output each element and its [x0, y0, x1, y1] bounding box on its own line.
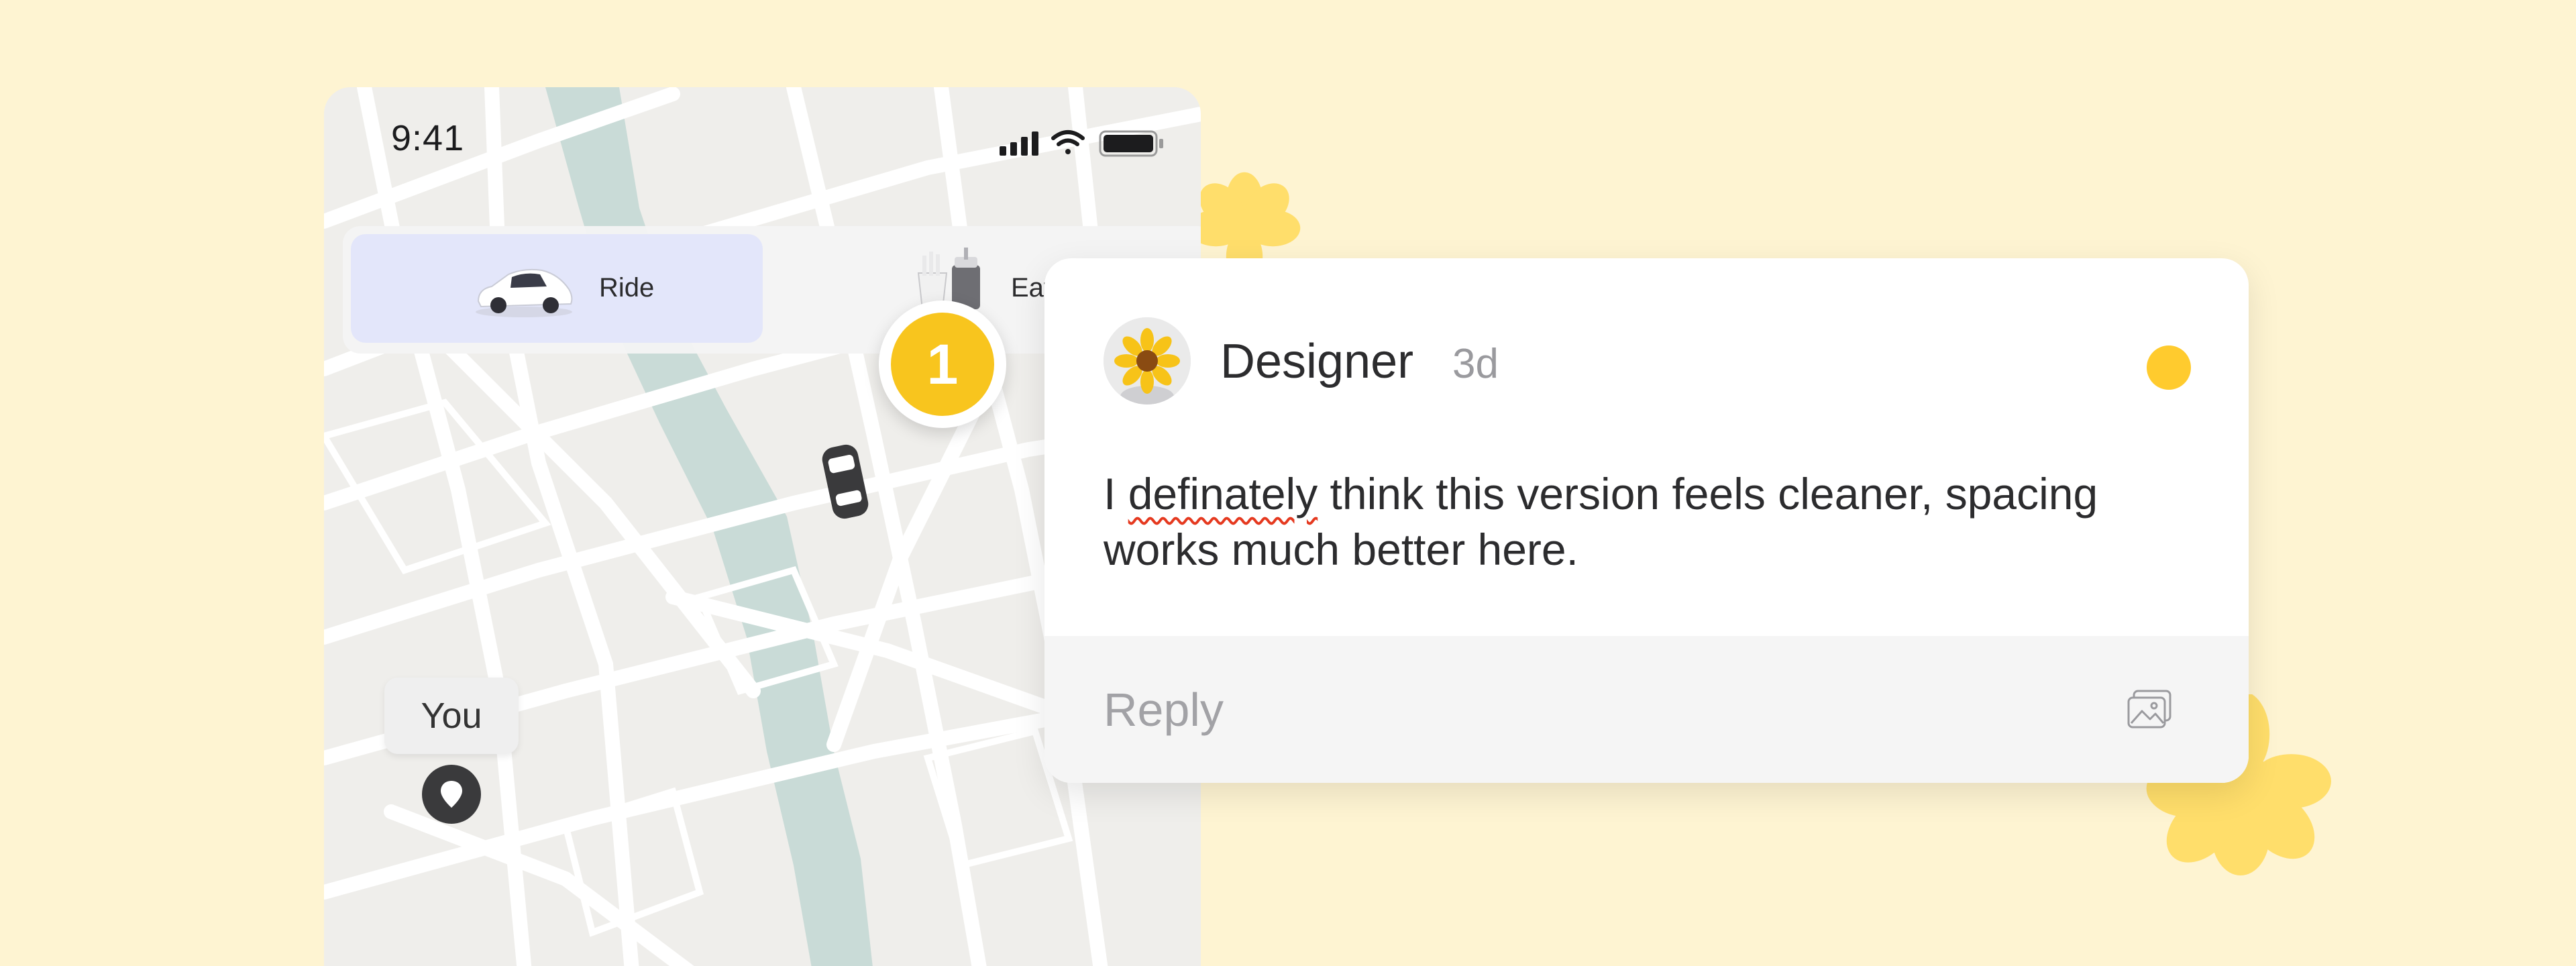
car-marker-icon — [822, 444, 869, 519]
comment-card: Designer 3d I definately think this vers… — [1044, 258, 2249, 783]
comment-text-start: I — [1104, 469, 1128, 519]
comment-author: Designer — [1220, 335, 1414, 388]
misspelled-word[interactable]: definately — [1128, 469, 1318, 519]
wifi-icon — [1051, 130, 1085, 154]
user-location-pin[interactable]: You — [384, 678, 519, 845]
signal-icon — [1000, 131, 1038, 156]
status-icons — [1000, 130, 1163, 157]
tab-ride-label: Ride — [599, 273, 655, 303]
reply-input[interactable] — [1104, 636, 2043, 783]
you-label: You — [384, 678, 519, 754]
avatar[interactable] — [1104, 317, 1191, 405]
image-icon[interactable] — [2126, 688, 2173, 731]
comment-count: 1 — [891, 313, 994, 416]
tab-ride[interactable]: Ride — [351, 234, 763, 343]
comment-count-badge[interactable]: 1 — [879, 301, 1006, 428]
sunflower-icon — [1104, 317, 1191, 405]
comment-timestamp: 3d — [1452, 341, 1499, 387]
car-icon — [476, 268, 573, 317]
reply-bar — [1044, 636, 2249, 783]
battery-icon — [1099, 130, 1163, 157]
location-pin-icon — [422, 765, 481, 824]
unread-indicator — [2147, 345, 2191, 390]
comment-text: I definately think this version feels cl… — [1104, 466, 2177, 578]
status-time: 9:41 — [391, 118, 465, 158]
